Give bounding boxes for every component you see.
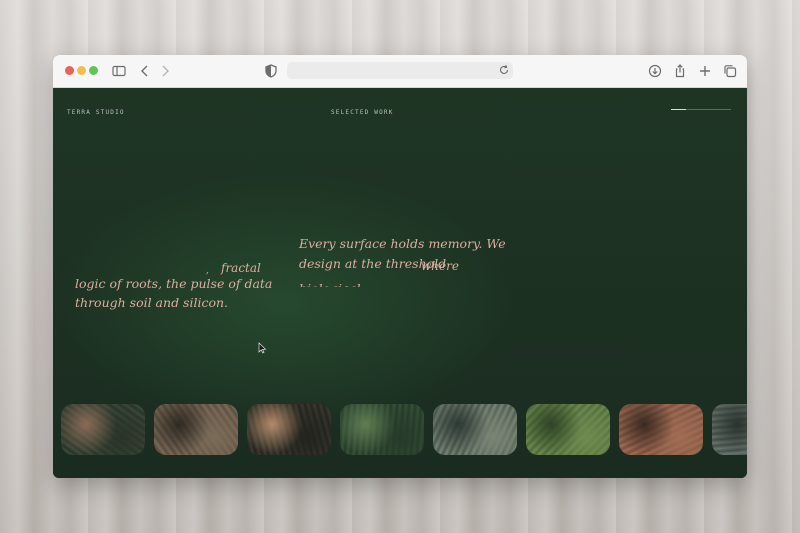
share-icon[interactable] [672,63,688,79]
nav-selected-work[interactable]: SELECTED WORK [331,109,394,116]
tabs-overview-icon[interactable] [722,63,738,79]
download-icon[interactable] [647,63,663,79]
thumbnail-root-network[interactable] [154,404,238,455]
zoom-window-button[interactable] [89,66,98,75]
poem-left-line-2: through soil and silicon. [75,295,228,310]
privacy-shield-icon[interactable] [263,63,279,79]
new-tab-plus-icon[interactable] [697,63,713,79]
address-bar[interactable] [287,62,513,79]
reload-icon[interactable] [497,63,511,77]
forward-arrow-icon[interactable] [157,63,173,79]
close-window-button[interactable] [65,66,74,75]
thumbnail-bark-knot[interactable] [247,404,331,455]
thumbnail-leaf-veins[interactable] [619,404,703,455]
back-arrow-icon[interactable] [137,63,153,79]
browser-window: TERRA STUDIO SELECTED WORK , fractal log… [53,55,747,478]
poem-left-line-1: logic of roots, the pulse of data [75,276,273,291]
thumbnail-river-roots[interactable] [61,404,145,455]
poem-fragment-where: where [421,259,459,273]
sidebar-icon[interactable] [111,63,127,79]
poem-right-line-1: Every surface holds memory. We [299,236,506,251]
thumbnail-strip [61,404,747,455]
browser-toolbar [53,55,747,88]
mouse-cursor-icon [258,342,267,354]
minimize-window-button[interactable] [77,66,86,75]
thumbnail-moss-texture[interactable] [526,404,610,455]
scroll-progress-bar [671,109,731,110]
page-content: TERRA STUDIO SELECTED WORK , fractal log… [53,88,747,478]
brand-logo[interactable]: TERRA STUDIO [67,109,125,116]
scroll-progress-fill [671,109,686,110]
thumbnail-tree-aerial[interactable] [433,404,517,455]
poem-fragment-biological: biological [299,279,361,287]
thumbnail-water-ripple[interactable] [712,404,747,455]
thumbnail-forest-canopy[interactable] [340,404,424,455]
